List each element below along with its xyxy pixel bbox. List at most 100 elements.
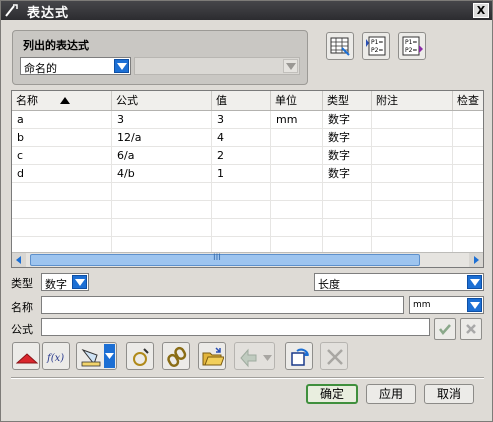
separator — [11, 377, 484, 379]
cell-type: 数字 — [323, 111, 372, 129]
dimension-select[interactable]: 长度 — [314, 273, 484, 291]
table-row[interactable]: c 6/a 2 数字 — [12, 147, 483, 165]
measure-dropdown[interactable] — [104, 344, 115, 368]
open-folder-icon — [202, 347, 224, 366]
parameters-up-button[interactable]: P1= P2= — [362, 32, 390, 60]
column-header-type[interactable]: 类型 — [323, 91, 372, 110]
list-expressions-group: 列出的表达式 命名的 — [12, 30, 308, 85]
type-value: 数字 — [45, 278, 67, 291]
column-header-value[interactable]: 值 — [212, 91, 271, 110]
empty-row — [12, 183, 483, 201]
parameter-list-icon: P1= P2= — [402, 36, 423, 56]
cell-value: 1 — [212, 165, 271, 183]
reject-button[interactable] — [460, 318, 482, 340]
cell-unit — [271, 129, 323, 147]
chevron-down-icon[interactable] — [467, 275, 482, 289]
function-icon: f(x) — [46, 353, 64, 364]
scroll-right-button[interactable] — [469, 253, 483, 267]
column-header-note[interactable]: 附注 — [372, 91, 453, 110]
unit-select[interactable]: mm — [409, 296, 484, 314]
column-header-unit[interactable]: 单位 — [271, 91, 323, 110]
table-row[interactable]: d 4/b 1 数字 — [12, 165, 483, 183]
cell-unit — [271, 165, 323, 183]
function-button[interactable]: f(x) — [42, 342, 70, 370]
arrow-right-icon — [474, 256, 479, 264]
column-header-check[interactable]: 检查 — [453, 91, 483, 110]
cell-formula: 3 — [112, 111, 212, 129]
svg-text:P2=: P2= — [371, 47, 383, 54]
arrow-left-icon — [16, 256, 21, 264]
measure-icon — [81, 348, 101, 367]
svg-text:P2=: P2= — [405, 47, 417, 54]
expression-button[interactable] — [126, 342, 154, 370]
measure-button[interactable] — [76, 342, 117, 370]
cell-note — [372, 147, 453, 165]
cell-formula: 4/b — [112, 165, 212, 183]
apply-button[interactable]: 应用 — [366, 384, 416, 404]
refresh-button[interactable] — [285, 342, 313, 370]
delete-button[interactable] — [320, 342, 348, 370]
column-header-name[interactable]: 名称 — [12, 91, 112, 110]
cell-name: b — [12, 129, 112, 147]
formula-label: 公式 — [11, 323, 33, 336]
scroll-thumb[interactable]: III — [30, 253, 420, 266]
formula-input[interactable] — [41, 318, 430, 336]
spreadsheet-button[interactable] — [326, 32, 354, 60]
horizontal-scrollbar[interactable]: III — [12, 252, 483, 267]
secondary-filter-select[interactable] — [134, 57, 300, 75]
sort-ascending-icon — [60, 97, 70, 104]
chevron-down-icon — [105, 353, 114, 359]
title-bar: 表达式 X — [1, 1, 492, 21]
cell-name: c — [12, 147, 112, 165]
parameters-down-button[interactable]: P1= P2= — [398, 32, 426, 60]
open-folder-button[interactable] — [198, 342, 226, 370]
filter-value: 命名的 — [24, 62, 57, 75]
parameter-list-icon: P1= P2= — [366, 36, 386, 56]
app-icon — [5, 4, 18, 17]
cell-type: 数字 — [323, 165, 372, 183]
triangle-up-button[interactable] — [12, 342, 40, 370]
chevron-down-icon[interactable] — [114, 59, 129, 73]
table-row[interactable]: a 3 3 mm 数字 — [12, 111, 483, 129]
expression-filter-select[interactable]: 命名的 — [20, 57, 131, 75]
cell-unit: mm — [271, 111, 323, 129]
chevron-down-icon[interactable] — [283, 59, 298, 73]
empty-row — [12, 219, 483, 237]
cancel-button[interactable]: 取消 — [424, 384, 474, 404]
unit-value: mm — [413, 300, 431, 310]
import-button[interactable] — [234, 342, 275, 370]
chevron-down-icon[interactable] — [72, 275, 87, 289]
cell-note — [372, 165, 453, 183]
link-button[interactable] — [162, 342, 190, 370]
cell-name: a — [12, 111, 112, 129]
cell-note — [372, 129, 453, 147]
scroll-grip: III — [213, 253, 221, 263]
cell-formula: 6/a — [112, 147, 212, 165]
svg-text:P1=: P1= — [371, 39, 383, 46]
table-header: 名称 公式 值 单位 类型 附注 检查 — [12, 91, 483, 111]
type-label: 类型 — [11, 277, 33, 290]
scroll-left-button[interactable] — [12, 253, 26, 267]
accept-button[interactable] — [434, 318, 456, 340]
cell-type: 数字 — [323, 129, 372, 147]
window-title: 表达式 — [27, 6, 70, 21]
chevron-down-icon[interactable] — [467, 298, 482, 312]
cell-formula: 12/a — [112, 129, 212, 147]
delete-icon — [327, 349, 343, 365]
spreadsheet-icon — [330, 37, 350, 56]
ok-button[interactable]: 确定 — [306, 384, 358, 404]
refresh-icon — [291, 348, 309, 366]
cell-name: d — [12, 165, 112, 183]
table-row[interactable]: b 12/a 4 数字 — [12, 129, 483, 147]
expression-table: 名称 公式 值 单位 类型 附注 检查 a 3 3 mm 数字 b 12/a 4… — [11, 90, 484, 268]
name-label: 名称 — [11, 301, 33, 314]
cell-note — [372, 111, 453, 129]
checkmark-icon — [439, 324, 451, 335]
name-input[interactable] — [41, 296, 404, 314]
cross-icon — [466, 324, 476, 334]
column-header-formula[interactable]: 公式 — [112, 91, 212, 110]
type-select[interactable]: 数字 — [41, 273, 89, 291]
dimension-value: 长度 — [318, 278, 340, 291]
link-icon — [167, 346, 187, 367]
close-button[interactable]: X — [473, 3, 489, 18]
